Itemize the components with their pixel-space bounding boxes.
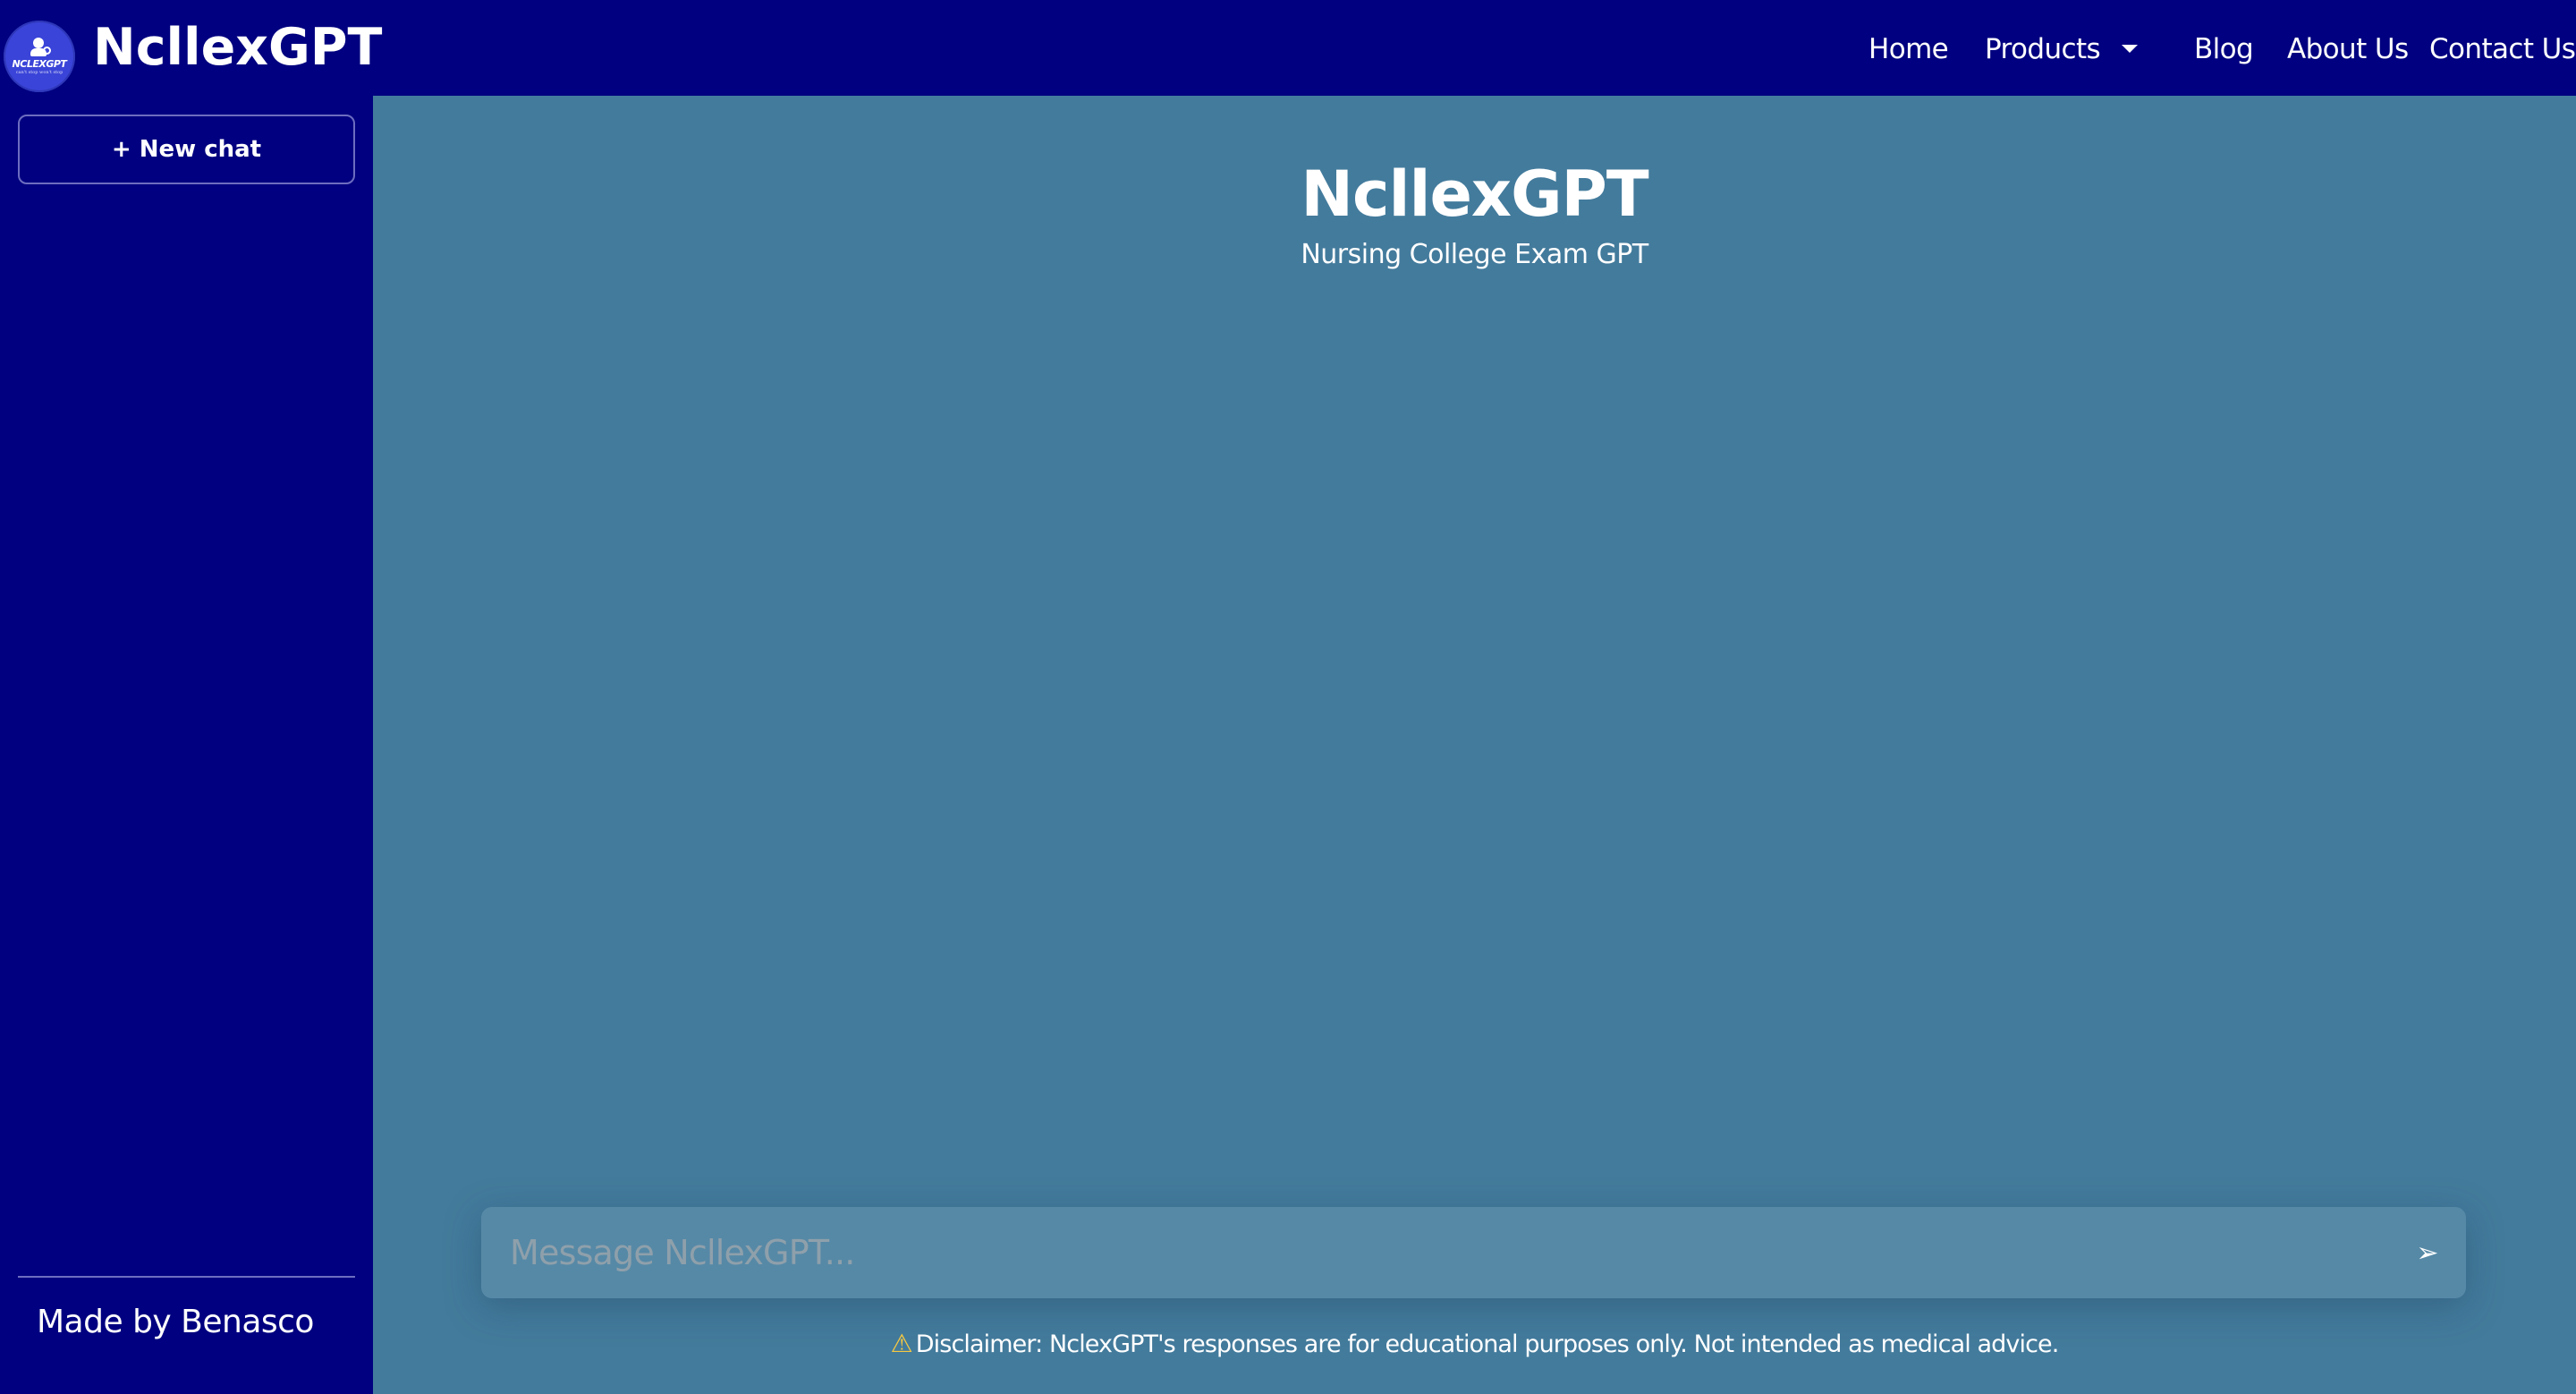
new-chat-button[interactable]: + New chat bbox=[18, 115, 355, 184]
disclaimer: ⚠ Disclaimer: NclexGPT's responses are fo… bbox=[373, 1329, 2576, 1358]
disclaimer-text: Disclaimer: NclexGPT's responses are for… bbox=[915, 1330, 2060, 1358]
chat-main: NcllexGPT Nursing College Exam GPT ➢ ⚠Di… bbox=[373, 96, 2576, 1394]
sidebar-divider bbox=[18, 1276, 355, 1278]
caret-down-icon bbox=[2122, 45, 2139, 53]
nav-about-us-label: About Us bbox=[2287, 33, 2409, 65]
nav-about-us[interactable]: About Us bbox=[2287, 0, 2409, 96]
nav-products-label: Products bbox=[1985, 33, 2101, 65]
nav-blog-label: Blog bbox=[2194, 33, 2254, 65]
message-composer: ➢ bbox=[481, 1207, 2466, 1298]
brand-title[interactable]: NcllexGPT bbox=[93, 14, 382, 81]
made-by-credit: Made by Benasco bbox=[37, 1304, 314, 1340]
nav-contact-us-label: Contact Us bbox=[2429, 33, 2576, 65]
nav-home-label: Home bbox=[1868, 33, 1949, 65]
nav-contact-us[interactable]: Contact Us bbox=[2429, 0, 2576, 96]
nav-blog[interactable]: Blog bbox=[2194, 0, 2254, 96]
nav-home[interactable]: Home bbox=[1868, 0, 1949, 96]
logo-wordmark: NCLEXGPT bbox=[12, 58, 67, 70]
send-button[interactable]: ➢ bbox=[2405, 1230, 2450, 1275]
page-title: NcllexGPT bbox=[1301, 157, 1648, 231]
sidebar: + New chat Made by Benasco bbox=[0, 96, 373, 1394]
send-icon: ➢ bbox=[2416, 1237, 2439, 1268]
message-input[interactable] bbox=[481, 1207, 2360, 1298]
top-navbar: NCLEXGPT can't stop won't stop NcllexGPT… bbox=[0, 0, 2576, 96]
logo[interactable]: NCLEXGPT can't stop won't stop bbox=[4, 21, 75, 92]
warning-icon: ⚠ bbox=[890, 1329, 913, 1358]
nurse-gear-logo-icon bbox=[27, 38, 52, 57]
nav-products[interactable]: Products bbox=[1985, 0, 2139, 96]
page-subtitle: Nursing College Exam GPT bbox=[1301, 239, 1648, 270]
logo-tagline: can't stop won't stop bbox=[15, 70, 64, 75]
